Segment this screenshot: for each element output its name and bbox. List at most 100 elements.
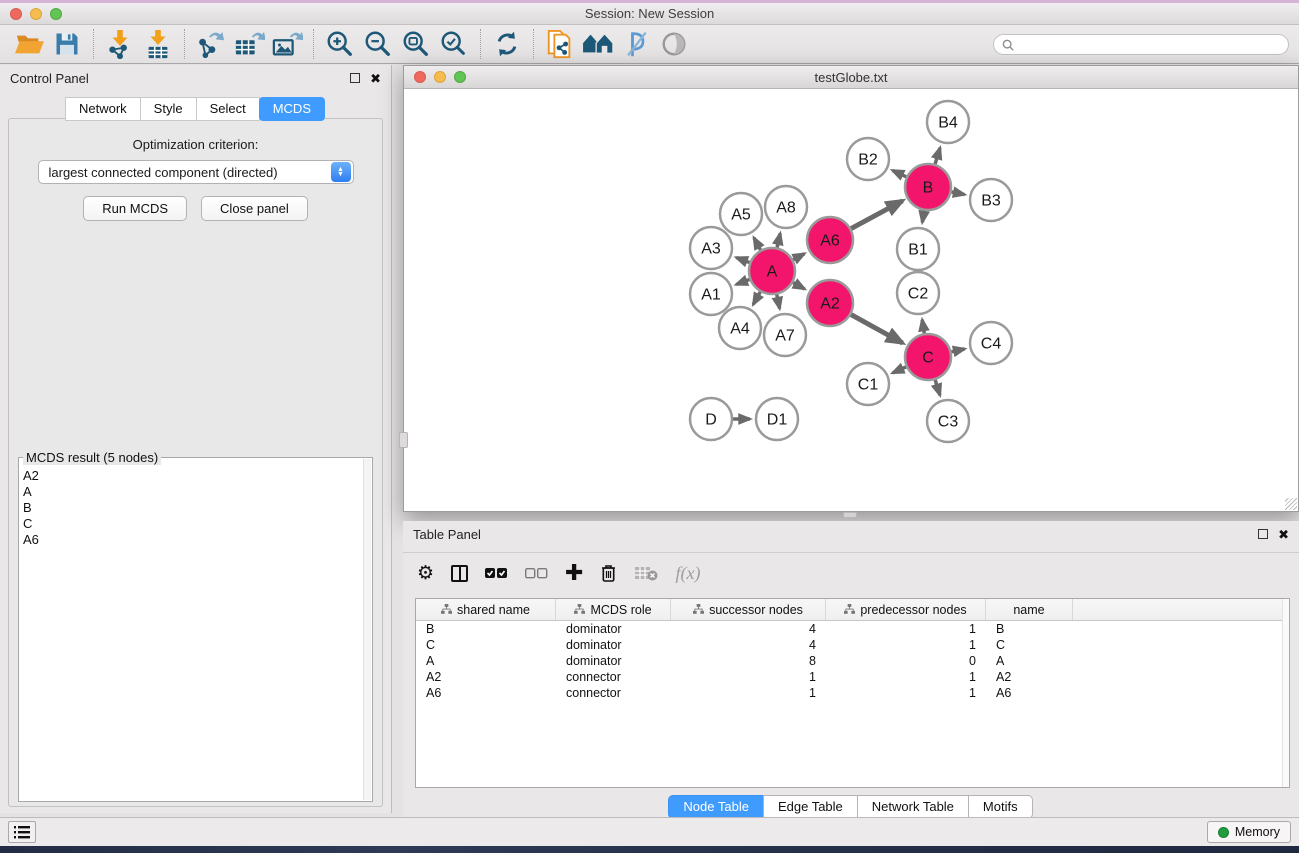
graph-edge-A-A8[interactable] <box>777 233 780 247</box>
graphics-details-icon[interactable] <box>617 28 655 60</box>
show-columns-icon[interactable] <box>451 559 468 587</box>
table-cell[interactable]: 1 <box>826 670 986 684</box>
graph-node-A8[interactable]: A8 <box>765 186 807 228</box>
function-builder-icon[interactable]: f(x) <box>675 559 700 587</box>
result-item[interactable]: B <box>23 500 363 516</box>
column-header-shared-name[interactable]: shared name <box>416 599 556 620</box>
result-item[interactable]: A <box>23 484 363 500</box>
graph-edge-C-C1[interactable] <box>893 367 906 373</box>
open-session-network-icon[interactable] <box>541 28 579 60</box>
graph-edge-C-C3[interactable] <box>935 380 940 395</box>
table-float-panel-icon[interactable] <box>1258 529 1268 539</box>
graph-edge-C-C4[interactable] <box>951 349 964 352</box>
home-icon[interactable] <box>579 28 617 60</box>
table-cell[interactable]: 4 <box>671 622 826 636</box>
column-header-successor-nodes[interactable]: successor nodes <box>671 599 826 620</box>
table-scrollbar[interactable] <box>1282 599 1289 787</box>
table-cell[interactable]: 1 <box>826 622 986 636</box>
graph-edge-A-A2[interactable] <box>793 283 805 289</box>
graph-node-C4[interactable]: C4 <box>970 322 1012 364</box>
attribute-settings-gear-icon[interactable]: ⚙ <box>417 559 434 587</box>
column-header-predecessor-nodes[interactable]: predecessor nodes <box>826 599 986 620</box>
table-cell[interactable]: A6 <box>416 686 556 700</box>
graph-node-B1[interactable]: B1 <box>897 228 939 270</box>
float-panel-icon[interactable] <box>350 73 360 83</box>
graph-edge-B-B2[interactable] <box>892 170 906 176</box>
zoom-fit-icon[interactable] <box>397 28 435 60</box>
graph-node-C2[interactable]: C2 <box>897 272 939 314</box>
eye-icon[interactable] <box>655 28 693 60</box>
graph-edge-A-A4[interactable] <box>753 292 760 305</box>
table-cell[interactable]: 0 <box>826 654 986 668</box>
table-cell[interactable]: C <box>986 638 1073 652</box>
table-cell[interactable]: A6 <box>986 686 1073 700</box>
export-network-icon[interactable] <box>192 28 230 60</box>
graph-node-B2[interactable]: B2 <box>847 138 889 180</box>
tab-select[interactable]: Select <box>196 97 260 121</box>
table-cell[interactable]: dominator <box>556 622 671 636</box>
tab-network-table[interactable]: Network Table <box>857 795 969 819</box>
graph-node-A3[interactable]: A3 <box>690 227 732 269</box>
export-table-icon[interactable] <box>230 28 268 60</box>
delete-column-icon[interactable] <box>600 559 617 587</box>
refresh-icon[interactable] <box>488 28 526 60</box>
table-cell[interactable]: 1 <box>826 638 986 652</box>
table-close-panel-icon[interactable]: ✖ <box>1278 528 1289 541</box>
column-header-MCDS-role[interactable]: MCDS role <box>556 599 671 620</box>
tab-style[interactable]: Style <box>140 97 197 121</box>
search-field[interactable] <box>993 34 1289 55</box>
table-row[interactable]: Bdominator41B <box>416 621 1289 637</box>
table-row[interactable]: A2connector11A2 <box>416 669 1289 685</box>
tab-network[interactable]: Network <box>65 97 141 121</box>
delete-table-icon[interactable] <box>634 559 658 587</box>
network-window-titlebar[interactable]: testGlobe.txt <box>404 66 1298 89</box>
graph-node-A2[interactable]: A2 <box>807 280 853 326</box>
table-cell[interactable]: 4 <box>671 638 826 652</box>
table-cell[interactable]: 1 <box>671 686 826 700</box>
unselect-all-columns-icon[interactable] <box>525 559 548 587</box>
import-network-icon[interactable] <box>101 28 139 60</box>
graph-node-A4[interactable]: A4 <box>719 307 761 349</box>
graph-edge-B-B3[interactable] <box>952 192 965 195</box>
close-panel-button[interactable]: Close panel <box>201 196 308 221</box>
graph-node-A[interactable]: A <box>749 248 795 294</box>
graph-node-A1[interactable]: A1 <box>690 273 732 315</box>
panel-divider-handle[interactable] <box>843 512 857 518</box>
graph-edge-A-A5[interactable] <box>754 238 761 250</box>
tab-mcds[interactable]: MCDS <box>259 97 325 121</box>
graph-node-D[interactable]: D <box>690 398 732 440</box>
graph-node-B3[interactable]: B3 <box>970 179 1012 221</box>
export-image-icon[interactable] <box>268 28 306 60</box>
result-item[interactable]: A6 <box>23 532 363 548</box>
table-cell[interactable]: 8 <box>671 654 826 668</box>
graph-node-B[interactable]: B <box>905 164 951 210</box>
graph-edge-B-B4[interactable] <box>935 148 940 164</box>
table-cell[interactable]: connector <box>556 686 671 700</box>
graph-node-A6[interactable]: A6 <box>807 217 853 263</box>
graph-edge-A-A6[interactable] <box>793 254 804 260</box>
table-cell[interactable]: B <box>416 622 556 636</box>
birdseye-view-handle[interactable] <box>399 432 408 448</box>
tab-motifs[interactable]: Motifs <box>968 795 1033 819</box>
tab-edge-table[interactable]: Edge Table <box>763 795 858 819</box>
graph-node-A5[interactable]: A5 <box>720 193 762 235</box>
graph-node-B4[interactable]: B4 <box>927 101 969 143</box>
graph-node-C3[interactable]: C3 <box>927 400 969 442</box>
result-item[interactable]: C <box>23 516 363 532</box>
result-item[interactable]: A2 <box>23 468 363 484</box>
zoom-selected-icon[interactable] <box>435 28 473 60</box>
column-header-name[interactable]: name <box>986 599 1073 620</box>
table-cell[interactable]: C <box>416 638 556 652</box>
graph-edge-A6-B[interactable] <box>851 201 902 229</box>
graph-edge-A-A3[interactable] <box>736 258 749 263</box>
import-table-icon[interactable] <box>139 28 177 60</box>
search-input[interactable] <box>1019 38 1280 52</box>
select-all-columns-icon[interactable] <box>485 559 508 587</box>
table-cell[interactable]: dominator <box>556 638 671 652</box>
table-cell[interactable]: A2 <box>416 670 556 684</box>
window-resize-grip[interactable] <box>1285 498 1297 510</box>
table-cell[interactable]: A2 <box>986 670 1073 684</box>
table-row[interactable]: Adominator80A <box>416 653 1289 669</box>
graph-edge-A-A7[interactable] <box>777 295 780 309</box>
table-cell[interactable]: A <box>986 654 1073 668</box>
